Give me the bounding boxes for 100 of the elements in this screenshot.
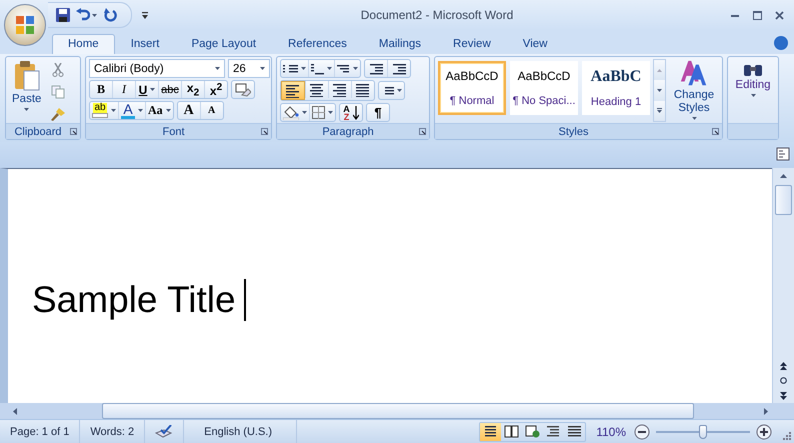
format-button[interactable]: x$^{2}$ xyxy=(204,81,227,98)
style-item[interactable]: AaBbC Heading 1 xyxy=(582,61,650,115)
document-page[interactable]: Sample Title xyxy=(0,168,772,403)
scissors-icon xyxy=(52,62,64,76)
shading-button[interactable] xyxy=(281,104,309,121)
caret-icon xyxy=(327,67,332,70)
style-item[interactable]: AaBbCcD ¶ Normal xyxy=(438,61,506,115)
line-spacing-button[interactable] xyxy=(378,81,405,100)
numbered-list-icon xyxy=(311,62,324,74)
outline-icon xyxy=(546,425,562,438)
ribbon-tab[interactable]: Mailings xyxy=(362,34,438,54)
double-down-arrow-icon xyxy=(780,392,787,400)
undo-button[interactable] xyxy=(76,8,97,22)
multilevel-list-icon xyxy=(337,64,350,74)
show-marks-button[interactable]: ¶ xyxy=(366,103,390,122)
caret-icon xyxy=(166,109,171,112)
clipboard-icon xyxy=(14,61,40,91)
globe-page-icon xyxy=(525,425,540,438)
customize-toolbar-button[interactable] xyxy=(142,12,148,18)
bullet-list-icon xyxy=(283,64,286,74)
caret-icon xyxy=(215,67,220,70)
format-button[interactable]: abc xyxy=(158,81,181,98)
paste-button[interactable]: Paste xyxy=(9,59,44,122)
caret-icon xyxy=(328,111,333,114)
style-item[interactable]: AaBbCcD ¶ No Spaci... xyxy=(510,61,578,115)
font-size-field[interactable]: 26 xyxy=(228,59,270,78)
view-ruler-button[interactable] xyxy=(775,147,791,163)
book-check-icon xyxy=(155,424,174,438)
borders-button[interactable] xyxy=(309,104,335,121)
caret-icon xyxy=(397,89,402,92)
outdent-icon xyxy=(370,62,382,74)
zoom-out-button[interactable] xyxy=(634,424,650,440)
format-button[interactable]: B xyxy=(90,81,112,98)
multilevel-list-button[interactable] xyxy=(334,60,360,77)
group-label: Font xyxy=(161,126,186,138)
redo-button[interactable] xyxy=(103,8,117,22)
font-color-button[interactable]: A xyxy=(118,102,145,119)
copy-icon xyxy=(51,84,66,98)
scrollbar-thumb[interactable] xyxy=(775,185,792,215)
word-count[interactable]: Words: 2 xyxy=(80,420,146,443)
dialog-launcher-icon[interactable] xyxy=(70,128,77,135)
numbering-button[interactable] xyxy=(308,60,334,77)
page-count[interactable]: Page: 1 of 1 xyxy=(0,420,80,443)
caret-icon xyxy=(24,108,30,111)
align-button[interactable] xyxy=(281,81,305,100)
eraser-icon xyxy=(235,82,251,96)
draft-icon xyxy=(567,425,582,438)
highlight-button[interactable]: ab xyxy=(90,102,118,119)
shrink-font-button[interactable]: A xyxy=(200,102,223,119)
paint-bucket-icon xyxy=(283,106,299,120)
grow-font-button[interactable]: A xyxy=(178,102,200,119)
redo-icon xyxy=(103,8,117,22)
border-grid-icon xyxy=(312,106,325,119)
circle-icon xyxy=(780,377,787,384)
align-justify-icon xyxy=(355,82,371,96)
list-lines-icon xyxy=(289,64,298,74)
group-footer xyxy=(728,123,778,139)
editing-button[interactable]: Editing xyxy=(731,59,775,122)
group-label: Styles xyxy=(558,126,590,138)
ruler-icon xyxy=(776,147,790,161)
print-layout-icon xyxy=(483,425,498,438)
sort-button[interactable]: A Z xyxy=(339,103,363,122)
expand-icon xyxy=(657,108,662,114)
align-right-icon xyxy=(332,82,348,96)
ribbon-tab[interactable]: References xyxy=(272,34,363,54)
text-cursor xyxy=(244,279,246,321)
dialog-launcher-icon[interactable] xyxy=(712,128,719,135)
double-up-arrow-icon xyxy=(780,362,787,370)
right-arrow-icon xyxy=(764,408,768,414)
maximize-icon xyxy=(752,10,762,20)
dialog-launcher-icon[interactable] xyxy=(419,128,426,135)
change-styles-button[interactable]: Change Styles xyxy=(669,59,719,122)
align-center-icon xyxy=(309,82,325,96)
ribbon-tab[interactable]: View xyxy=(506,34,564,54)
format-button[interactable]: U xyxy=(135,81,158,98)
ribbon-tab[interactable]: Insert xyxy=(114,34,176,54)
ribbon-tab[interactable]: Review xyxy=(437,34,507,54)
font-name-field[interactable]: Calibri (Body) xyxy=(89,59,225,78)
language-button[interactable]: English (U.S.) xyxy=(184,420,297,443)
help-button[interactable] xyxy=(774,36,788,50)
gallery-down-button[interactable] xyxy=(654,80,665,101)
zoom-level[interactable]: 110% xyxy=(596,424,626,438)
customize-icon xyxy=(142,12,148,18)
save-button[interactable] xyxy=(56,8,70,22)
view-button[interactable] xyxy=(480,422,502,440)
slider-thumb[interactable] xyxy=(699,424,707,438)
left-arrow-icon xyxy=(13,408,17,414)
ribbon-tab[interactable]: Page Layout xyxy=(175,34,272,54)
ribbon-tab[interactable]: Home xyxy=(52,34,115,54)
indent-icon xyxy=(392,62,406,74)
minimize-icon xyxy=(731,14,739,16)
change-case-button[interactable]: Aa xyxy=(145,102,173,119)
clear-formatting-button[interactable] xyxy=(231,80,255,99)
scrollbar-thumb[interactable] xyxy=(102,403,694,419)
format-button[interactable]: x$_{2}$ xyxy=(181,81,204,98)
zoom-in-button[interactable] xyxy=(756,424,772,440)
dialog-launcher-icon[interactable] xyxy=(261,128,268,135)
styles-icon xyxy=(679,59,709,88)
align-left-icon xyxy=(285,84,301,98)
format-button[interactable]: I xyxy=(112,81,135,98)
